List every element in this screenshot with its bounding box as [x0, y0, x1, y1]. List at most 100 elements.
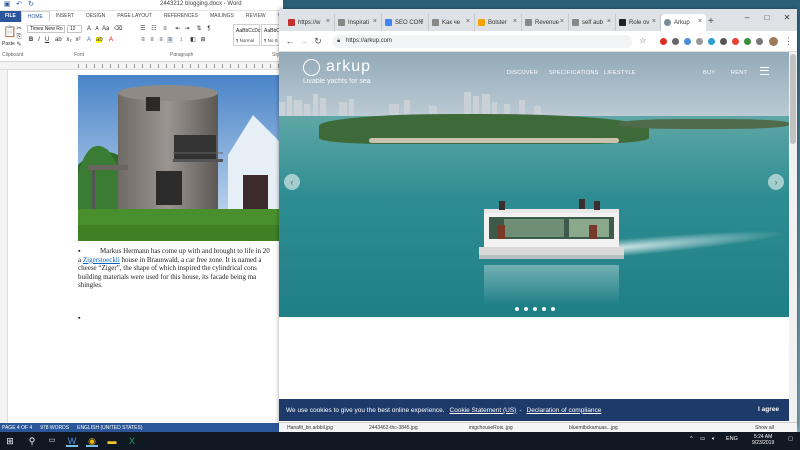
address-bar[interactable]: 🔒︎ https://arkup.com [332, 35, 632, 48]
font-name-dropdown[interactable]: Times New Ro [27, 25, 65, 33]
close-tab-icon[interactable]: × [698, 18, 702, 25]
subscript-icon[interactable]: x₂ [66, 37, 72, 43]
horizontal-ruler[interactable] [0, 62, 283, 70]
extension-icon[interactable] [684, 38, 691, 45]
browser-tab-8[interactable]: Role ov × [616, 14, 661, 31]
chrome-taskbar-icon[interactable]: ◉ [86, 435, 98, 447]
line-spacing-icon[interactable]: ↕ [178, 37, 184, 43]
back-icon[interactable]: ← [285, 36, 295, 46]
download-item-4[interactable]: bluemtbckamuas...jpg [569, 425, 639, 431]
empty-bullet[interactable]: ▪ [78, 315, 80, 322]
nav-specifications[interactable]: Specifications [549, 70, 599, 76]
increase-indent-icon[interactable]: ⇥ [184, 26, 190, 32]
close-tab-icon[interactable]: × [420, 18, 424, 25]
tab-design[interactable]: DESIGN [80, 11, 111, 22]
shading-icon[interactable]: ◧ [190, 37, 196, 43]
decrease-indent-icon[interactable]: ⇤ [175, 26, 181, 32]
close-tab-icon[interactable]: × [513, 18, 517, 25]
compliance-link[interactable]: Declaration of compliance [527, 407, 602, 414]
extension-icon[interactable] [732, 38, 739, 45]
forward-icon[interactable]: → [299, 36, 309, 46]
excel-taskbar-icon[interactable]: X [126, 435, 138, 447]
tab-page-layout[interactable]: PAGE LAYOUT [111, 11, 158, 22]
bullets-icon[interactable]: ☰ [140, 26, 146, 32]
page-scrollbar[interactable] [789, 52, 797, 427]
task-view-icon[interactable]: ▭ [46, 435, 58, 447]
tab-insert[interactable]: INSERT [50, 11, 80, 22]
grow-font-icon[interactable]: A [86, 26, 92, 32]
align-right-icon[interactable]: ≡ [158, 37, 164, 43]
underline-icon[interactable]: U [44, 37, 50, 43]
lock-icon[interactable]: 🔒︎ [337, 35, 340, 48]
save-icon[interactable]: ▣ [3, 1, 11, 9]
slider-prev-icon[interactable]: ‹ [284, 174, 300, 190]
browser-tab-6[interactable]: Revenue × [522, 14, 569, 31]
close-tab-icon[interactable]: × [560, 18, 564, 25]
close-tab-icon[interactable]: × [466, 18, 470, 25]
font-color-icon[interactable]: A [108, 37, 114, 43]
minimize-button[interactable]: – [741, 13, 753, 22]
text-effects-icon[interactable]: A [86, 37, 92, 43]
font-size-dropdown[interactable]: 12 [67, 25, 82, 33]
close-window-button[interactable]: ✕ [781, 13, 793, 22]
slider-dot[interactable] [542, 307, 546, 311]
tab-home[interactable]: HOME [20, 11, 50, 22]
sort-icon[interactable]: ⇅ [196, 26, 202, 32]
style-normal[interactable]: AaBbCcDc ¶ Normal [233, 24, 260, 46]
undo-icon[interactable]: ↶ [15, 1, 23, 9]
format-painter-icon[interactable]: ✎ [16, 42, 22, 48]
network-icon[interactable]: ▭ [700, 436, 705, 442]
paste-label[interactable]: Paste [2, 41, 15, 47]
zigerstoeckli-link[interactable]: Zigerstoeckli [83, 256, 120, 264]
copy-icon[interactable]: ⎘ [16, 34, 22, 40]
clear-format-icon[interactable]: ⌫ [114, 26, 122, 32]
extension-icon[interactable] [744, 38, 751, 45]
slider-dot[interactable] [533, 307, 537, 311]
cookie-statement-link[interactable]: Cookie Statement (US) [450, 407, 517, 414]
hero-slider[interactable]: arkup Livable yachts for sea Discover Sp… [279, 52, 789, 317]
maximize-button[interactable]: □ [761, 13, 773, 22]
slider-dot[interactable] [524, 307, 528, 311]
notifications-icon[interactable]: ▢ [788, 436, 793, 442]
slider-next-icon[interactable]: › [768, 174, 784, 190]
tab-mailings[interactable]: MAILINGS [204, 11, 240, 22]
tab-file[interactable]: FILE [0, 11, 21, 22]
superscript-icon[interactable]: x² [75, 37, 81, 43]
nav-discover[interactable]: Discover [507, 70, 538, 76]
slider-dot[interactable] [515, 307, 519, 311]
extension-icon[interactable] [672, 38, 679, 45]
download-item-2[interactable]: 2443462-thc-3845.jpg [369, 425, 439, 431]
chrome-menu-icon[interactable]: ⋮ [784, 36, 793, 47]
borders-icon[interactable]: ⊞ [200, 37, 206, 43]
hamburger-menu-icon[interactable] [760, 67, 769, 75]
browser-tab-3[interactable]: SEO CON × [382, 14, 429, 31]
status-language[interactable]: ENGLISH (UNITED STATES) [77, 425, 142, 431]
tray-up-arrow-icon[interactable]: ^ [690, 436, 693, 442]
extension-icon[interactable] [696, 38, 703, 45]
file-explorer-icon[interactable]: ▬ [106, 435, 118, 447]
word-taskbar-icon[interactable]: W [66, 435, 78, 447]
show-marks-icon[interactable]: ¶ [206, 26, 212, 32]
close-tab-icon[interactable]: × [326, 18, 330, 25]
profile-avatar[interactable] [769, 37, 778, 46]
nav-buy[interactable]: Buy [703, 70, 715, 76]
highlight-icon[interactable]: ab [96, 37, 103, 43]
bold-icon[interactable]: B [28, 37, 34, 43]
slider-dot[interactable] [551, 307, 555, 311]
extension-icon[interactable] [660, 38, 667, 45]
tab-references[interactable]: REFERENCES [158, 11, 204, 22]
status-words[interactable]: 978 WORDS [40, 425, 69, 431]
browser-tab-4[interactable]: Kaк че × [429, 14, 475, 31]
change-case-icon[interactable]: Aa [102, 26, 109, 32]
search-icon[interactable]: ⚲ [26, 435, 38, 447]
document-paragraph[interactable]: ▪ Markus Hermann has come up with and br… [78, 247, 283, 290]
numbering-icon[interactable]: ☷ [151, 26, 157, 32]
tower-house-image[interactable] [78, 75, 283, 241]
bookmark-star-icon[interactable]: ☆ [639, 36, 646, 45]
tab-review[interactable]: REVIEW [240, 11, 272, 22]
close-tab-icon[interactable]: × [652, 18, 656, 25]
redo-icon[interactable]: ↻ [27, 1, 35, 9]
scrollbar-thumb[interactable] [790, 54, 796, 144]
arkup-logo[interactable]: arkup [303, 58, 371, 76]
paste-icon[interactable]: 📋 [3, 26, 17, 38]
